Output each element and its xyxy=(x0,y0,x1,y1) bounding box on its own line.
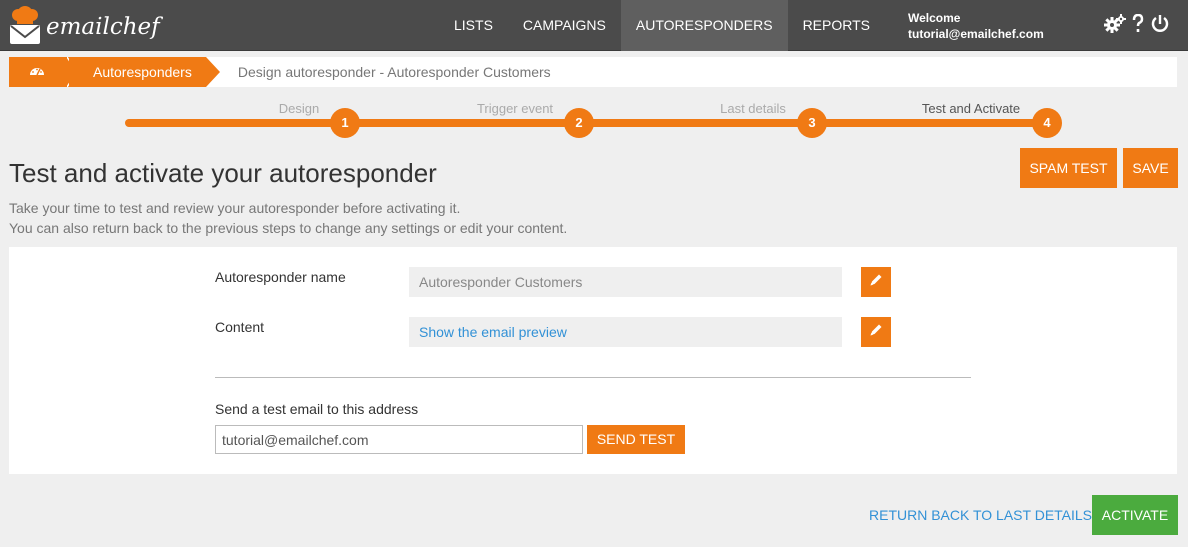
page-title: Test and activate your autoresponder xyxy=(9,158,437,188)
help-icon[interactable] xyxy=(1132,14,1144,34)
autoresponder-name-label: Autoresponder name xyxy=(215,269,346,285)
nav-autoresponders[interactable]: AUTORESPONDERS xyxy=(620,0,788,51)
power-icon[interactable] xyxy=(1150,14,1170,34)
return-to-last-details-link[interactable]: RETURN BACK TO LAST DETAILS xyxy=(869,507,1092,523)
chef-hat-envelope-icon xyxy=(8,6,42,44)
email-preview-link[interactable]: Show the email preview xyxy=(409,317,842,347)
top-navbar: emailchef LISTS CAMPAIGNS AUTORESPONDERS… xyxy=(0,0,1188,51)
nav-reports[interactable]: REPORTS xyxy=(788,0,885,51)
step-1-circle[interactable]: 1 xyxy=(330,108,360,138)
logo[interactable]: emailchef xyxy=(8,5,160,45)
intro-line-2: You can also return back to the previous… xyxy=(9,220,568,236)
send-test-button[interactable]: SEND TEST xyxy=(587,425,685,454)
save-button[interactable]: SAVE xyxy=(1123,148,1178,188)
autoresponder-name-field: Autoresponder Customers xyxy=(409,267,842,297)
autoresponder-summary-panel: Autoresponder name Autoresponder Custome… xyxy=(9,247,1177,474)
pencil-icon xyxy=(868,272,884,293)
activate-button[interactable]: ACTIVATE xyxy=(1092,495,1178,535)
edit-name-button[interactable] xyxy=(861,267,891,297)
panel-divider xyxy=(215,377,971,378)
pencil-icon xyxy=(868,322,884,343)
test-email-input[interactable] xyxy=(215,425,583,454)
edit-content-button[interactable] xyxy=(861,317,891,347)
step-label-trigger: Trigger event xyxy=(476,101,554,116)
breadcrumb-home[interactable] xyxy=(9,57,69,87)
content-label: Content xyxy=(215,319,265,335)
spam-test-button[interactable]: SPAM TEST xyxy=(1020,148,1117,188)
logo-text: emailchef xyxy=(46,14,160,40)
nav-campaigns[interactable]: CAMPAIGNS xyxy=(508,0,621,51)
top-icons xyxy=(1104,14,1170,34)
step-3-circle[interactable]: 3 xyxy=(797,108,827,138)
breadcrumb-current: Design autoresponder - Autoresponder Cus… xyxy=(237,64,551,80)
wizard-stepper: Design 1 Trigger event 2 Last details 3 … xyxy=(125,100,1065,140)
page-intro: Take your time to test and review your a… xyxy=(9,198,567,238)
dashboard-icon xyxy=(29,63,45,81)
step-4-circle[interactable]: 4 xyxy=(1032,108,1062,138)
step-2-circle[interactable]: 2 xyxy=(564,108,594,138)
welcome-text: Welcome xyxy=(908,11,961,25)
test-email-label: Send a test email to this address xyxy=(215,401,419,417)
user-welcome: Welcome tutorial@emailchef.com xyxy=(908,10,1044,42)
breadcrumb-autoresponders[interactable]: Autoresponders xyxy=(69,57,220,87)
main-nav: LISTS CAMPAIGNS AUTORESPONDERS REPORTS xyxy=(439,0,885,51)
gears-icon[interactable] xyxy=(1104,14,1126,34)
nav-lists[interactable]: LISTS xyxy=(439,0,508,51)
intro-line-1: Take your time to test and review your a… xyxy=(9,200,461,216)
breadcrumb: Autoresponders Design autoresponder - Au… xyxy=(9,57,1177,87)
step-label-test-activate: Test and Activate xyxy=(921,101,1021,116)
user-email: tutorial@emailchef.com xyxy=(908,27,1044,41)
